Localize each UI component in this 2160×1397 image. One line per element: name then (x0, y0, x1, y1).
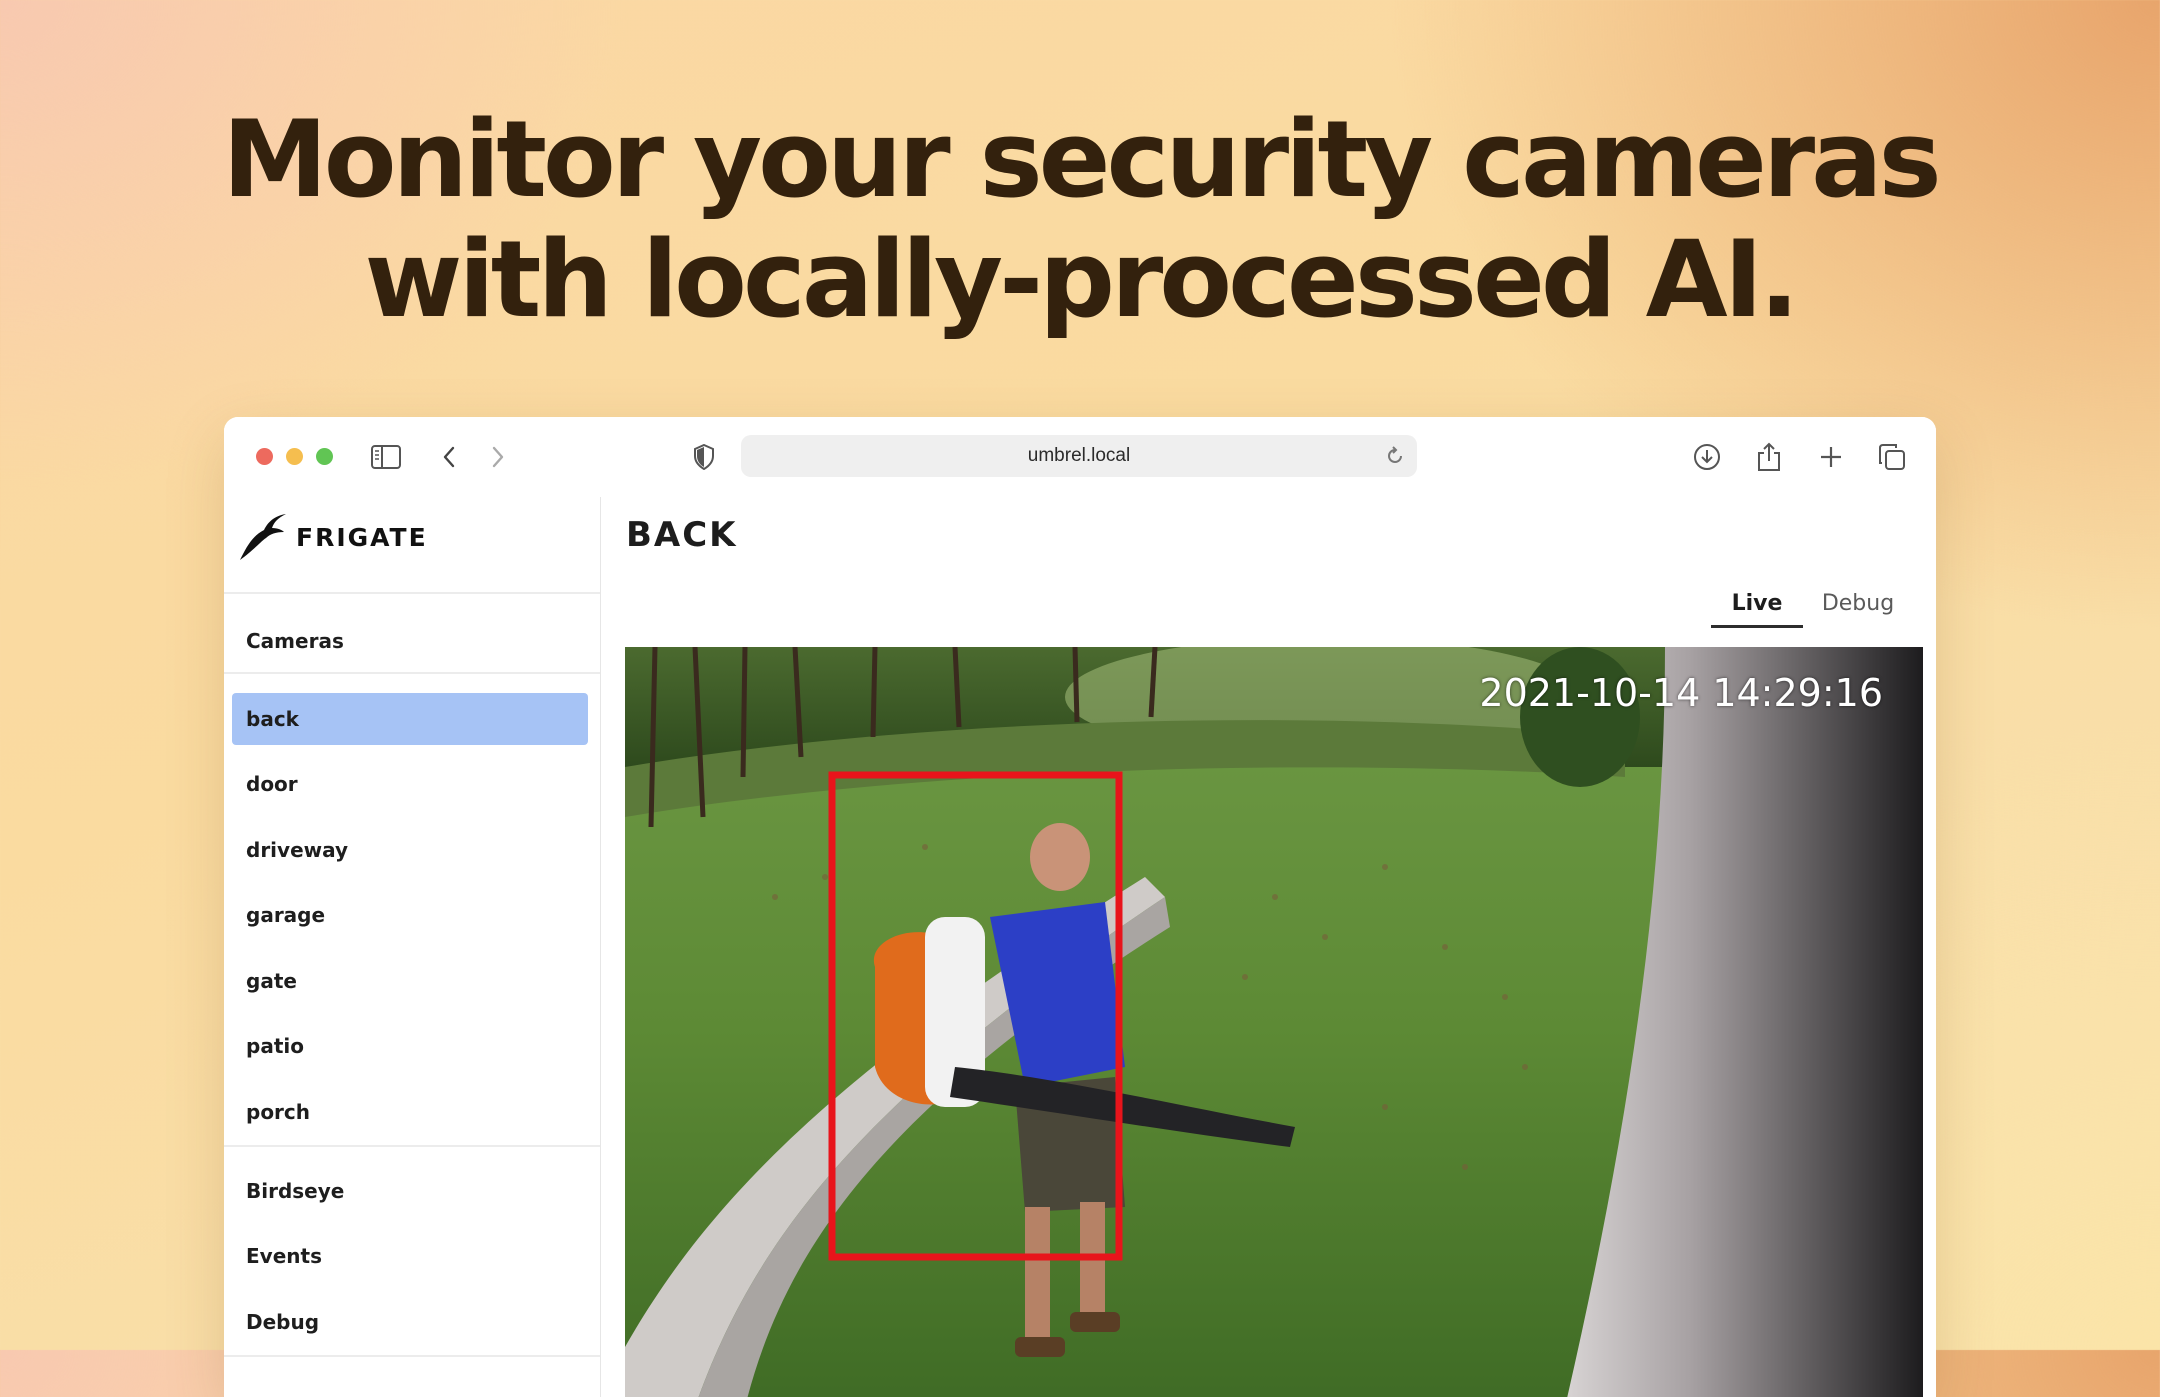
url-text: umbrel.local (1027, 445, 1131, 466)
headline-line-2: with locally-processed AI. (364, 218, 1800, 341)
sidebar-item-cameras[interactable]: Cameras (232, 615, 588, 667)
divider (224, 1145, 600, 1147)
headline: Monitor your security cameras with local… (0, 100, 2160, 340)
sidebar-item-birdseye[interactable]: Birdseye (232, 1165, 588, 1217)
tabs-overview-icon[interactable] (1874, 439, 1910, 475)
shield-icon[interactable] (686, 439, 722, 475)
camera-live-feed[interactable]: 2021-10-14 14:29:16 (625, 647, 1923, 1397)
sidebar-item-gate[interactable]: gate (232, 955, 588, 1007)
share-icon[interactable] (1751, 439, 1787, 475)
divider (224, 1355, 600, 1357)
headline-line-1: Monitor your security cameras (222, 98, 1942, 221)
tab-live[interactable]: Live (1711, 587, 1803, 628)
sidebar-toggle-icon[interactable] (368, 439, 404, 475)
sidebar: FRIGATE Cameras back door driveway garag… (224, 497, 601, 1397)
camera-timestamp: 2021-10-14 14:29:16 (1479, 671, 1883, 715)
page-title: BACK (626, 515, 738, 555)
divider (224, 672, 600, 674)
brand-name: FRIGATE (296, 522, 428, 552)
close-window-button[interactable] (256, 448, 273, 465)
sidebar-item-debug[interactable]: Debug (232, 1296, 588, 1348)
frigate-bird-icon (240, 514, 286, 560)
reload-icon[interactable] (1383, 444, 1407, 468)
sidebar-item-driveway[interactable]: driveway (232, 824, 588, 876)
browser-toolbar: umbrel.local (224, 417, 1936, 498)
browser-window: umbrel.local FRIGATE Cameras back door d… (224, 417, 1936, 1397)
minimize-window-button[interactable] (286, 448, 303, 465)
frigate-logo[interactable]: FRIGATE (238, 507, 428, 567)
new-tab-icon[interactable] (1813, 439, 1849, 475)
sidebar-item-back[interactable]: back (232, 693, 588, 745)
sidebar-item-garage[interactable]: garage (232, 889, 588, 941)
main-content: BACK Live Debug 2021-10-14 14:29:16 (601, 497, 1936, 1397)
sidebar-item-patio[interactable]: patio (232, 1020, 588, 1072)
sidebar-item-porch[interactable]: porch (232, 1086, 588, 1138)
sidebar-item-door[interactable]: door (232, 758, 588, 810)
back-arrow-icon[interactable] (431, 439, 467, 475)
sidebar-item-events[interactable]: Events (232, 1230, 588, 1282)
download-icon[interactable] (1689, 439, 1725, 475)
forward-arrow-icon[interactable] (480, 439, 516, 475)
maximize-window-button[interactable] (316, 448, 333, 465)
address-bar[interactable]: umbrel.local (741, 435, 1417, 477)
divider (224, 592, 600, 594)
tab-debug[interactable]: Debug (1808, 587, 1908, 625)
camera-scene (625, 647, 1923, 1397)
